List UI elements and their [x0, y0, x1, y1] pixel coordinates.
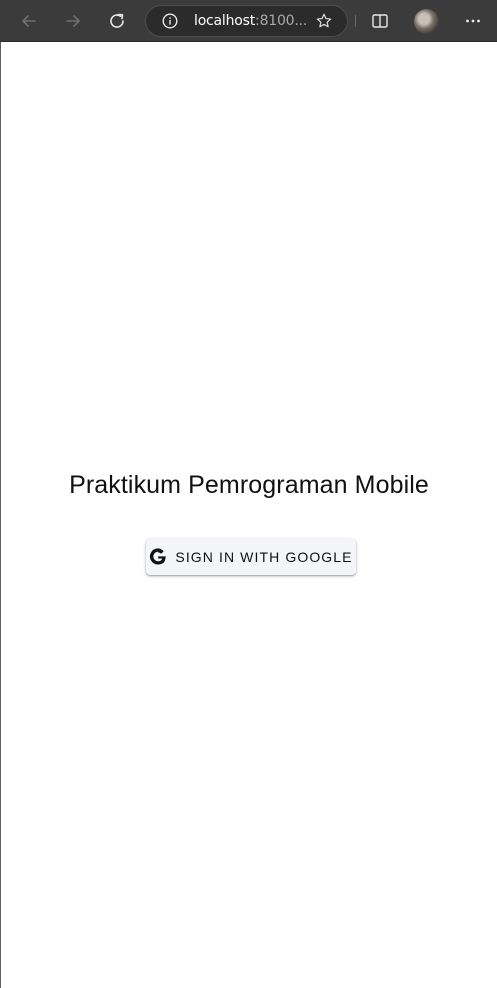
- back-arrow-icon: [22, 15, 36, 27]
- more-options-button[interactable]: [458, 6, 488, 36]
- profile-avatar[interactable]: [414, 9, 439, 34]
- back-button[interactable]: [14, 6, 44, 36]
- url-host: localhost: [194, 13, 256, 29]
- address-bar[interactable]: localhost:8100...: [145, 5, 348, 37]
- split-screen-button[interactable]: [365, 6, 395, 36]
- forward-arrow-icon: [66, 15, 80, 27]
- page-title: Praktikum Pemrograman Mobile: [69, 471, 429, 499]
- info-icon[interactable]: [162, 13, 178, 29]
- split-screen-icon: [372, 14, 388, 28]
- page-content: Praktikum Pemrograman Mobile SIGN IN WIT…: [1, 42, 497, 988]
- url-port: :8100...: [255, 13, 308, 29]
- reload-icon: [110, 13, 124, 28]
- more-options-icon: [466, 19, 480, 23]
- forward-button[interactable]: [58, 6, 88, 36]
- browser-toolbar: localhost:8100...: [0, 0, 497, 42]
- url-text[interactable]: localhost:8100...: [194, 13, 307, 29]
- star-icon[interactable]: [315, 12, 333, 30]
- reload-button[interactable]: [102, 6, 132, 36]
- sign-in-with-google-button[interactable]: SIGN IN WITH GOOGLE: [146, 539, 356, 575]
- toolbar-separator: [355, 15, 356, 27]
- sign-in-button-label: SIGN IN WITH GOOGLE: [175, 549, 353, 565]
- google-icon: [150, 548, 166, 565]
